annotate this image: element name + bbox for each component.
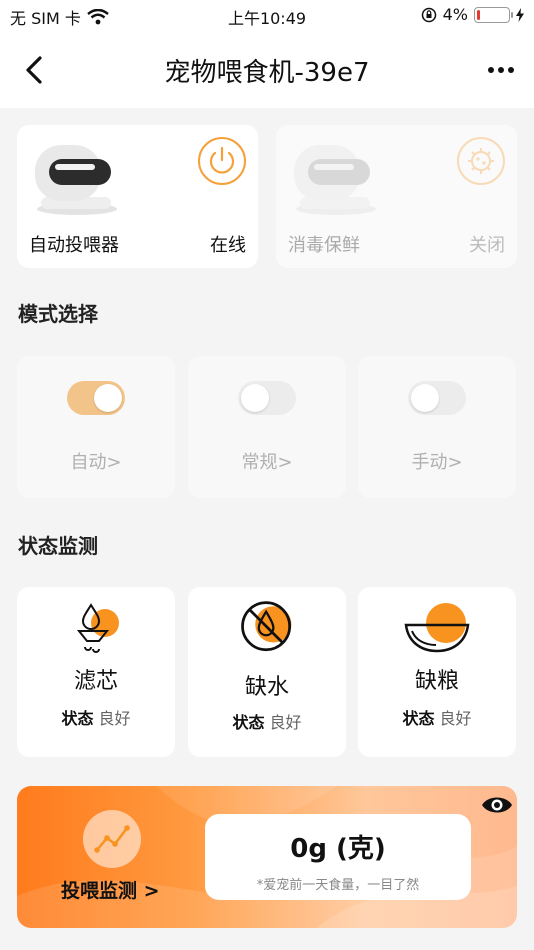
device-status: 在线 <box>210 235 246 256</box>
mode-label: 手动> <box>411 452 463 473</box>
no-water-icon <box>241 601 292 652</box>
power-button[interactable] <box>198 137 246 185</box>
status-name: 滤芯 <box>73 669 118 694</box>
charging-icon <box>516 7 524 22</box>
normal-toggle[interactable] <box>238 381 296 415</box>
germ-icon <box>468 148 494 174</box>
page-title: 宠物喂食机-39e7 <box>164 58 370 88</box>
device-name: 自动投喂器 <box>29 235 119 256</box>
status-section-title: 状态监测 <box>18 534 98 558</box>
eye-icon[interactable] <box>481 794 513 816</box>
mode-card-auto[interactable]: 自动> <box>17 356 175 498</box>
mode-label: 自动> <box>70 452 122 473</box>
mode-card-normal[interactable]: 常规> <box>188 356 346 498</box>
more-icon[interactable] <box>486 56 516 84</box>
manual-toggle[interactable] <box>408 381 466 415</box>
feed-monitor-banner[interactable]: 投喂监测 > 0g (克) *爱宠前一天食量，一目了然 <box>17 786 517 928</box>
device-card-sterilize[interactable]: 消毒保鲜 关闭 <box>276 125 517 268</box>
status-key: 状态 <box>402 709 435 728</box>
status-name: 缺水 <box>244 675 289 700</box>
battery-percent: 4% <box>442 5 468 24</box>
device-status: 关闭 <box>469 235 505 256</box>
status-value: 良好 <box>98 709 131 728</box>
status-line: 状态 良好 <box>17 705 175 729</box>
bowl-icon <box>404 603 470 653</box>
status-bar: 无 SIM 卡 上午10:49 4% <box>0 0 534 32</box>
feed-monitor-link[interactable]: 投喂监测 > <box>61 876 160 903</box>
trend-icon-circle <box>83 810 141 868</box>
device-name: 消毒保鲜 <box>288 235 360 256</box>
status-value: 良好 <box>439 709 472 728</box>
status-key: 状态 <box>61 709 94 728</box>
food-amount-box: 0g (克) *爱宠前一天食量，一目了然 <box>205 814 471 900</box>
status-card-water[interactable]: 缺水 状态 良好 <box>188 587 346 757</box>
food-note: *爱宠前一天食量，一目了然 <box>256 878 420 893</box>
sterilize-button[interactable] <box>457 137 505 185</box>
status-line: 状态 良好 <box>358 705 516 729</box>
feeder-image <box>35 145 117 215</box>
sterilizer-image <box>294 145 376 215</box>
mode-section-title: 模式选择 <box>18 302 98 326</box>
food-amount: 0g (克) <box>290 834 386 864</box>
status-card-food[interactable]: 缺粮 状态 良好 <box>358 587 516 757</box>
status-name: 缺粮 <box>414 669 459 694</box>
power-icon <box>209 146 235 174</box>
nav-bar: 宠物喂食机-39e7 <box>0 32 534 108</box>
auto-toggle[interactable] <box>67 381 125 415</box>
battery-icon <box>474 6 513 23</box>
device-card-feeder[interactable]: 自动投喂器 在线 <box>17 125 258 268</box>
orientation-lock-icon <box>421 7 436 22</box>
status-value: 良好 <box>269 713 302 732</box>
status-card-filter[interactable]: 滤芯 状态 良好 <box>17 587 175 757</box>
mode-label: 常规> <box>241 452 293 473</box>
trend-chart-icon <box>94 825 130 853</box>
filter-drop-icon <box>76 603 119 653</box>
status-line: 状态 良好 <box>188 709 346 733</box>
mode-card-manual[interactable]: 手动> <box>358 356 516 498</box>
status-key: 状态 <box>232 713 265 732</box>
